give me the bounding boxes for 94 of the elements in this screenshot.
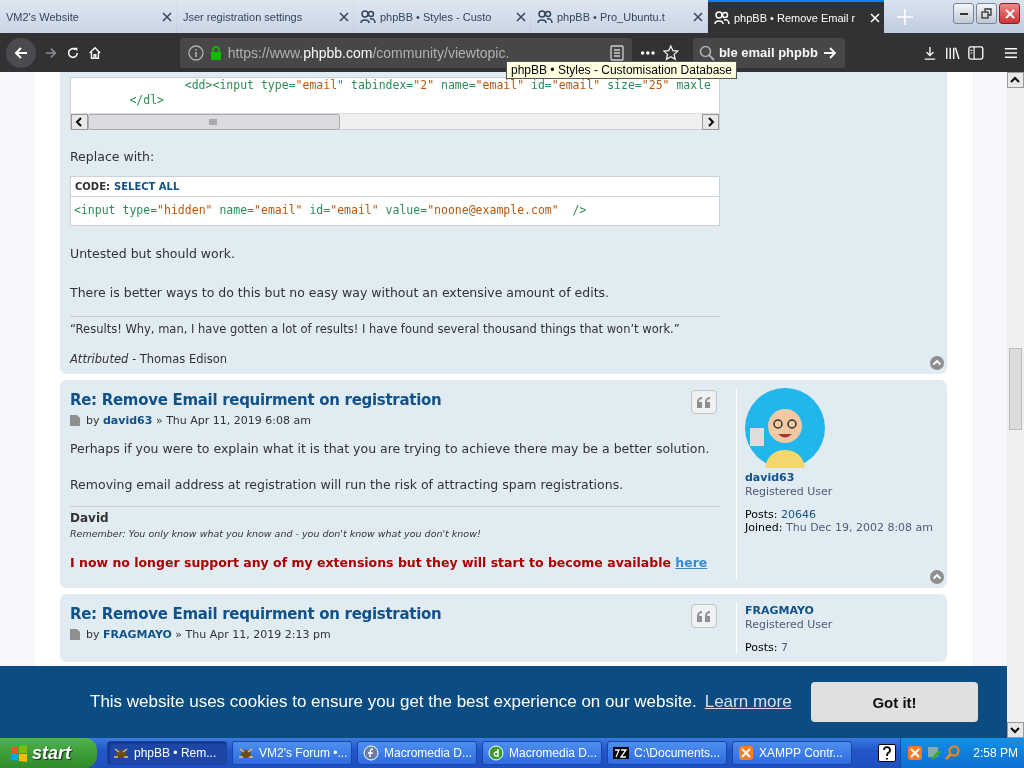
app-icon	[738, 745, 754, 761]
restore-button[interactable]	[976, 3, 997, 24]
app-icon	[238, 745, 254, 761]
browser-tab[interactable]: phpBB • Pro_Ubuntu.t	[531, 0, 707, 33]
profile-label: Posts:	[745, 641, 779, 654]
tooltip: phpBB • Styles - Customisation Database	[506, 61, 737, 79]
app-icon	[363, 745, 379, 761]
user-rank: Registered User	[745, 485, 834, 498]
taskbar-button[interactable]: XAMPP Contr...	[732, 741, 852, 765]
signature-attribution: Attributed - Thomas Edison	[70, 352, 229, 366]
code-line: <input type="hidden" name="email" id="email" value="noone@example.com" />	[73, 202, 588, 219]
post-byline: by david63 » Thu Apr 11, 2019 6:08 am	[86, 414, 311, 427]
got-it-button[interactable]: Got it!	[811, 682, 978, 722]
windows-logo-icon	[10, 744, 28, 762]
profile-value: Thu Dec 19, 2002 8:08 am	[785, 521, 934, 534]
start-button[interactable]: start	[0, 738, 97, 768]
back-to-top-icon[interactable]	[930, 570, 944, 584]
browser-tab[interactable]: phpBB • Remove Email r	[708, 0, 884, 33]
info-icon	[187, 44, 204, 61]
search-icon	[698, 44, 715, 61]
close-icon[interactable]	[339, 11, 349, 22]
star-icon[interactable]	[663, 43, 679, 62]
quote-button[interactable]	[691, 390, 717, 414]
profile-label: Joined:	[745, 521, 784, 534]
url-text: https://www.phpbb.com/community/viewtopic.	[227, 44, 511, 61]
scroll-left-icon[interactable]	[71, 114, 88, 130]
signature-motto: Remember: You only know what you know and - you don't know what you don't know!	[70, 528, 482, 539]
close-button[interactable]	[999, 3, 1020, 24]
user-rank: Registered User	[745, 618, 834, 631]
reader-view-icon[interactable]	[609, 44, 624, 61]
question-icon	[881, 746, 893, 760]
menu-icon[interactable]	[1004, 45, 1018, 60]
help-button[interactable]	[878, 744, 896, 762]
post-byline: by FRAGMAYO » Thu Apr 11, 2019 2:13 pm	[86, 628, 331, 641]
close-icon[interactable]	[516, 11, 526, 22]
app-icon	[613, 745, 629, 761]
close-icon[interactable]	[693, 11, 703, 22]
browser-tab[interactable]: Jser registration settings	[177, 0, 353, 33]
more-icon[interactable]	[639, 49, 656, 56]
browser-tab[interactable]: VM2's Website	[0, 0, 176, 33]
taskbar-button[interactable]: C:\Documents...	[607, 741, 727, 765]
scroll-up-icon[interactable]	[1007, 72, 1024, 88]
learn-more-link[interactable]: Learn more	[704, 692, 792, 712]
profile-value: 7	[780, 641, 788, 654]
taskbar-button[interactable]: Macromedia D...	[357, 741, 477, 765]
body-text: Perhaps if you were to explain what it is that you are trying to achieve there may be a better solution.	[70, 441, 711, 456]
tray-icon[interactable]	[907, 745, 923, 761]
close-icon	[1004, 8, 1015, 19]
scrollbar-thumb[interactable]	[88, 114, 340, 130]
body-text: Removing email address at registration will run the risk of attracting spam registrations.	[70, 477, 625, 492]
taskbar-button[interactable]: Macromedia D...	[482, 741, 602, 765]
code-line: <dd><input type="email" tabindex="2" name="email" id="email" size="25" maxle	[183, 78, 713, 93]
profile-label: Posts:	[745, 508, 779, 521]
quote-icon	[697, 610, 711, 622]
minimize-button[interactable]	[953, 3, 974, 24]
app-icon	[488, 745, 504, 761]
quote-icon	[697, 396, 711, 408]
restore-icon	[981, 8, 992, 19]
code-label: CODE:	[75, 181, 110, 192]
arrow-right-icon[interactable]	[821, 44, 838, 61]
sidebar-icon[interactable]	[968, 44, 985, 61]
scroll-right-icon[interactable]	[702, 114, 719, 130]
back-button[interactable]	[6, 37, 36, 68]
body-text: Replace with:	[70, 149, 156, 164]
taskbar-button[interactable]: phpBB • Rem...	[107, 741, 227, 765]
author-link[interactable]: david63	[103, 414, 153, 427]
browser-tab[interactable]: phpBB • Styles - Custo	[354, 0, 530, 33]
scroll-down-icon[interactable]	[1007, 722, 1024, 738]
select-all-link[interactable]: SELECT ALL	[114, 181, 180, 192]
minimize-icon	[959, 12, 968, 15]
username-link[interactable]: FRAGMAYO	[745, 604, 937, 617]
clock-text: 2:58 PM	[973, 746, 1018, 760]
quote-button[interactable]	[691, 604, 717, 628]
scrollbar-thumb[interactable]	[1009, 348, 1022, 430]
code-line: </dl>	[128, 93, 165, 108]
body-text: There is better ways to do this but no easy way without an extensive amount of edits.	[70, 285, 610, 300]
lock-icon	[209, 45, 222, 60]
app-icon	[113, 745, 129, 761]
signature-name: David	[70, 511, 110, 525]
post-title-link[interactable]: Re: Remove Email requirment on registration	[70, 605, 720, 623]
close-icon[interactable]	[162, 11, 172, 22]
profile-value-link[interactable]: 20646	[780, 508, 816, 521]
signature-notice: I now no longer support any of my extensions but they will start to become available here	[70, 555, 709, 570]
back-to-top-icon[interactable]	[930, 356, 944, 370]
taskbar-button[interactable]: VM2's Forum •...	[232, 741, 352, 765]
signature-quote: “Results! Why, man, I have gotten a lot of results! I have found several thousand things that won’t work.”	[70, 322, 681, 336]
author-link[interactable]: FRAGMAYO	[103, 628, 172, 641]
cookie-message: This website uses cookies to ensure you get the best experience on our website.	[90, 692, 697, 712]
arrow-left-icon	[13, 44, 29, 61]
home-icon[interactable]	[87, 44, 102, 61]
post-title-link[interactable]: Re: Remove Email requirment on registration	[70, 391, 720, 409]
username-link[interactable]: david63	[745, 471, 937, 484]
download-icon[interactable]	[922, 44, 937, 61]
body-text: Untested but should work.	[70, 246, 236, 261]
